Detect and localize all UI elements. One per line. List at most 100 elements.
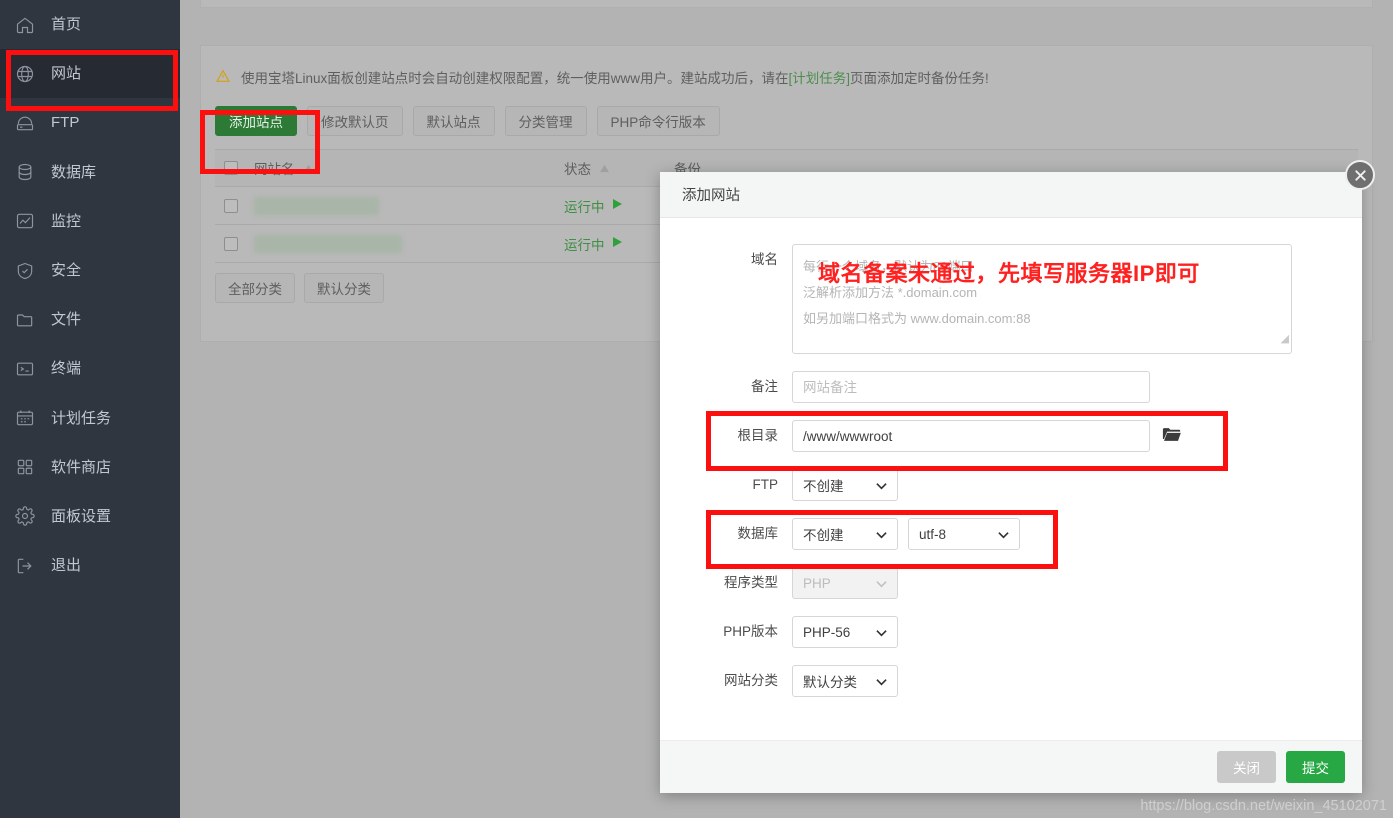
notice-text-after: 页面添加定时备份任务! [850,71,989,86]
site-status-cell: 运行中 [564,234,674,254]
sidebar-item-label: 网站 [51,65,82,83]
close-icon[interactable] [1345,160,1375,190]
add-site-modal: 添加网站 域名 每行一个域名，默认为80端口 泛解析添加方法 *.domain.… [660,172,1362,793]
shield-check-icon [14,260,36,282]
domain-placeholder-line-2: 泛解析添加方法 *.domain.com [803,285,978,300]
php-version-value: PHP-56 [803,624,851,640]
sidebar-item-website[interactable]: 网站 [0,49,180,99]
category-all-button[interactable]: 全部分类 [215,273,295,303]
domain-placeholder-line-1: 每行一个域名，默认为80端口 [803,259,974,274]
site-status-cell: 运行中 [564,196,674,216]
default-site-button[interactable]: 默认站点 [412,106,495,136]
root-dir-label: 根目录 [737,428,779,443]
sidebar-item-files[interactable]: 文件 [0,295,180,344]
redacted-site-name [254,234,402,253]
sidebar-item-label: 安全 [51,262,82,280]
modal-footer: 关闭 提交 [660,740,1362,793]
ftp-select-value: 不创建 [803,479,844,494]
redacted-site-name [254,196,379,215]
calendar-icon [14,407,36,429]
row-checkbox[interactable] [224,198,238,213]
sidebar-item-panel-settings[interactable]: 面板设置 [0,492,180,541]
status-text: 运行中 [564,237,605,253]
folder-open-icon[interactable] [1162,426,1182,448]
php-version-label: PHP版本 [723,624,778,639]
database-select[interactable]: 不创建 [792,518,898,550]
column-header-sitename[interactable]: 网站名 [254,158,564,178]
database-label: 数据库 [737,526,779,541]
ftp-icon [14,112,36,134]
domain-label: 域名 [751,252,778,267]
chevron-down-icon [876,625,887,640]
sidebar-item-label: 首页 [51,16,82,34]
chevron-down-icon [998,527,1009,542]
gear-icon [14,505,36,527]
warning-triangle-icon [215,68,231,87]
sort-asc-icon [599,161,610,176]
notice-link-crontab[interactable]: [计划任务] [789,67,851,87]
close-button[interactable]: 关闭 [1217,751,1276,783]
globe-icon [14,63,36,85]
sidebar-item-security[interactable]: 安全 [0,246,180,295]
ftp-select[interactable]: 不创建 [792,469,898,501]
sidebar-item-label: 软件商店 [51,458,112,476]
select-all-checkbox[interactable] [224,161,238,175]
field-row-database: 数据库 不创建 utf-8 [660,518,1362,550]
modify-default-page-button[interactable]: 修改默认页 [307,106,403,136]
status-text: 运行中 [564,199,605,215]
grid-apps-icon [14,456,36,478]
sidebar-item-ftp[interactable]: FTP [0,98,180,147]
sidebar-item-terminal[interactable]: 终端 [0,344,180,393]
domain-textarea[interactable]: 每行一个域名，默认为80端口 泛解析添加方法 *.domain.com 如另加端… [792,244,1292,354]
field-row-remark: 备注 网站备注 [660,371,1362,403]
sidebar-item-label: 监控 [51,212,82,230]
database-select-value: 不创建 [803,528,844,543]
notice-banner: 使用宝塔Linux面板创建站点时会自动创建权限配置，统一使用www用户。建站成功… [215,58,1358,96]
sidebar-item-logout[interactable]: 退出 [0,541,180,590]
play-triangle-icon [612,236,623,251]
sidebar-item-database[interactable]: 数据库 [0,148,180,197]
column-label: 状态 [564,162,591,177]
submit-button[interactable]: 提交 [1286,751,1345,783]
database-charset-select[interactable]: utf-8 [908,518,1020,550]
sidebar-item-label: 文件 [51,311,82,329]
resize-grip-icon[interactable]: ◢ [1281,326,1289,352]
column-header-status[interactable]: 状态 [564,158,674,178]
sidebar-item-label: 终端 [51,360,82,378]
monitor-chart-icon [14,210,36,232]
field-row-root-dir: 根目录 /www/wwwroot [660,420,1362,452]
remark-input[interactable]: 网站备注 [792,371,1150,403]
sidebar-item-label: 面板设置 [51,507,112,525]
sidebar-item-appstore[interactable]: 软件商店 [0,443,180,492]
php-cli-version-button[interactable]: PHP命令行版本 [596,106,720,136]
site-category-select[interactable]: 默认分类 [792,665,898,697]
add-site-button[interactable]: 添加站点 [215,106,297,136]
database-charset-value: utf-8 [919,526,947,542]
field-row-domain: 域名 每行一个域名，默认为80端口 泛解析添加方法 *.domain.com 如… [660,244,1362,354]
category-default-button[interactable]: 默认分类 [304,273,384,303]
home-icon [14,14,36,36]
sidebar-item-label: 数据库 [51,163,97,181]
modal-body: 域名 每行一个域名，默认为80端口 泛解析添加方法 *.domain.com 如… [660,218,1362,725]
top-partial-strip [200,0,1373,8]
program-type-label: 程序类型 [724,575,778,590]
category-manage-button[interactable]: 分类管理 [504,106,587,136]
field-row-program-type: 程序类型 PHP [660,567,1362,599]
terminal-icon [14,358,36,380]
sidebar-item-label: 计划任务 [51,409,112,427]
program-type-select: PHP [792,567,898,599]
sidebar-item-home[interactable]: 首页 [0,0,180,49]
row-checkbox[interactable] [224,236,238,251]
remark-label: 备注 [751,379,778,394]
root-dir-input[interactable]: /www/wwwroot [792,420,1150,452]
logout-icon [14,555,36,577]
sidebar-item-crontab[interactable]: 计划任务 [0,394,180,443]
sidebar-item-monitor[interactable]: 监控 [0,197,180,246]
php-version-select[interactable]: PHP-56 [792,616,898,648]
site-name-cell [254,196,564,215]
sidebar-item-label: 退出 [51,557,82,575]
field-row-site-category: 网站分类 默认分类 [660,665,1362,697]
modal-title: 添加网站 [660,172,1362,218]
chevron-down-icon [876,478,887,493]
database-icon [14,161,36,183]
